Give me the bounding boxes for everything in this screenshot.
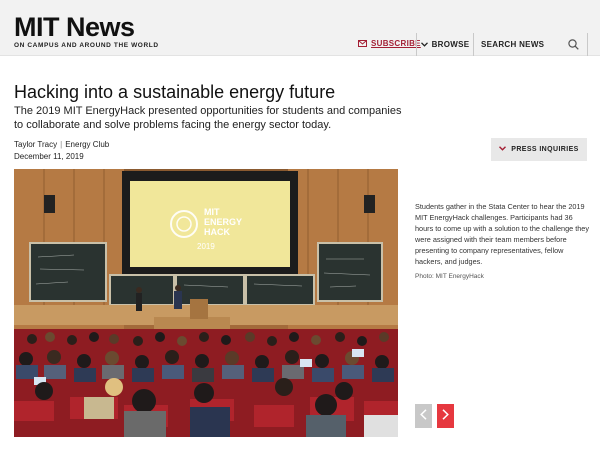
photo-credit: Photo: MIT EnergyHack (415, 273, 484, 280)
chevron-right-icon (442, 407, 449, 425)
envelope-icon (358, 40, 367, 47)
chevron-down-icon (420, 40, 428, 49)
publish-date: December 11, 2019 (14, 152, 84, 161)
article-subhead: The 2019 MIT EnergyHack presented opport… (14, 105, 402, 131)
screen-text-4: 2019 (197, 242, 215, 251)
site-tagline: ON CAMPUS AND AROUND THE WORLD (14, 42, 159, 49)
site-header: MIT News ON CAMPUS AND AROUND THE WORLD … (0, 0, 600, 56)
byline: Taylor Tracy | Energy Club (14, 140, 109, 149)
search-icon[interactable] (568, 39, 579, 52)
byline-separator: | (60, 140, 63, 149)
search-placeholder: SEARCH NEWS (481, 40, 545, 49)
article-photo: MIT ENERGY HACK 2019 (14, 169, 398, 437)
browse-button[interactable]: BROWSE (416, 33, 474, 56)
photo-caption: Students gather in the Stata Center to h… (415, 202, 590, 266)
press-inquiries-label: PRESS INQUIRIES (511, 146, 579, 153)
chevron-left-icon (420, 407, 427, 425)
author-name[interactable]: Taylor Tracy (14, 140, 57, 149)
subscribe-link[interactable]: SUBSCRIBE (358, 39, 421, 48)
screen-text-3: HACK (204, 227, 230, 237)
chevron-down-icon (499, 146, 507, 153)
browse-label: BROWSE (431, 40, 470, 49)
next-photo-button[interactable] (437, 404, 454, 428)
press-inquiries-button[interactable]: PRESS INQUIRIES (491, 138, 587, 161)
search-input[interactable]: SEARCH NEWS (475, 33, 588, 56)
subscribe-label: SUBSCRIBE (371, 39, 421, 48)
site-logo[interactable]: MIT News (14, 14, 135, 41)
article-headline: Hacking into a sustainable energy future (14, 82, 336, 102)
screen-text-1: MIT (204, 207, 220, 217)
previous-photo-button[interactable] (415, 404, 432, 428)
screen-text-2: ENERGY (204, 217, 242, 227)
author-affiliation: Energy Club (65, 140, 110, 149)
